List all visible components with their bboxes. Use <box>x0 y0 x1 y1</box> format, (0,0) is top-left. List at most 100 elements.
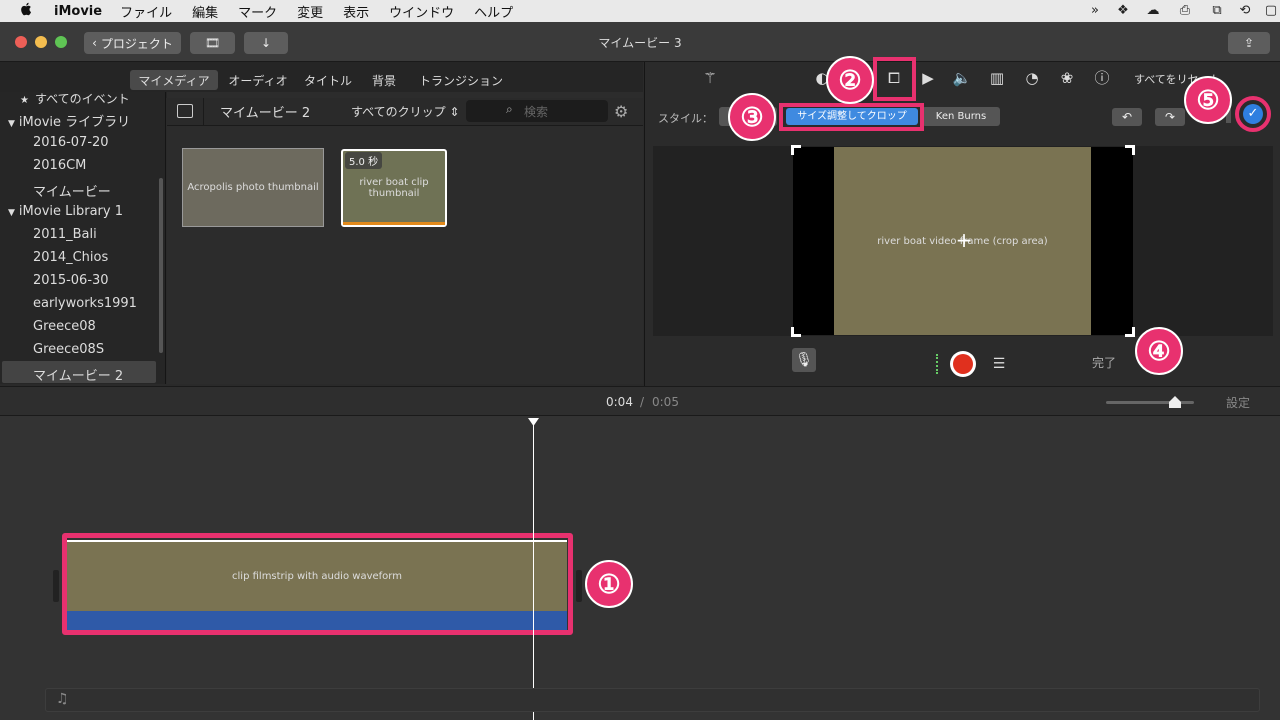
voiceover-options-icon[interactable]: ☰ <box>990 355 1008 373</box>
sidebar-item-event[interactable]: Greece08S <box>33 342 104 357</box>
crop-handle-top-right[interactable] <box>1125 145 1135 155</box>
screen-capture-icon[interactable]: ⧉ <box>1208 3 1226 19</box>
star-icon: ★ <box>20 95 29 106</box>
crop-handle-top-left[interactable] <box>791 145 801 155</box>
apple-menu-icon[interactable] <box>20 2 38 20</box>
speed-icon[interactable]: ◔ <box>1022 68 1042 88</box>
sidebar-scrollbar[interactable] <box>159 178 163 353</box>
tab-titles[interactable]: タイトル <box>298 70 358 90</box>
clip-trim-handle-left[interactable] <box>53 570 59 602</box>
callout-box-clip <box>62 533 573 635</box>
rotate-right-icon[interactable]: ↷ <box>1155 108 1185 126</box>
sidebar-item-event[interactable]: 2016-07-20 <box>33 135 109 150</box>
projects-back-button[interactable]: ‹ プロジェクト <box>84 32 181 54</box>
sidebar-item-event[interactable]: 2011_Bali <box>33 227 97 242</box>
callout-1: ① <box>585 560 633 608</box>
close-window-button[interactable] <box>15 36 27 48</box>
callout-box-crop <box>873 57 916 101</box>
menu-modify[interactable]: 変更 <box>297 2 323 21</box>
sidebar-item-event[interactable]: earlyworks1991 <box>33 296 137 311</box>
tab-transitions[interactable]: トランジション <box>412 70 510 90</box>
projects-back-label: プロジェクト <box>100 36 173 51</box>
clip-thumbnail-acropolis[interactable]: Acropolis photo thumbnail <box>182 148 324 227</box>
clip-trim-handle-right[interactable] <box>576 570 582 602</box>
sidebar-library-imovie[interactable]: ▼ iMovie ライブラリ <box>8 111 130 130</box>
creative-cloud-icon[interactable]: ☁ <box>1144 3 1162 19</box>
time-separator: / <box>640 395 645 409</box>
stabilization-camera-icon[interactable]: ▶ <box>918 68 938 88</box>
menu-mark[interactable]: マーク <box>238 2 277 21</box>
search-icon: ⌕ <box>506 102 513 116</box>
music-note-icon: ♫ <box>56 691 69 707</box>
menu-view[interactable]: 表示 <box>343 2 369 21</box>
window-title: マイムービー 3 <box>598 36 682 50</box>
film-icon: 🎞 <box>204 36 221 50</box>
sidebar-item-event[interactable]: 2014_Chios <box>33 250 108 265</box>
sync-icon[interactable]: ▢ <box>1262 3 1280 19</box>
share-button[interactable]: ⇪ <box>1228 32 1270 54</box>
menu-edit[interactable]: 編集 <box>192 2 218 21</box>
library-sidebar: ★ すべてのイベント ▼ iMovie ライブラリ 2016-07-20 2016C… <box>0 92 166 384</box>
level-meter <box>936 354 942 374</box>
callout-3: ③ <box>728 93 776 141</box>
fast-forward-icon[interactable]: » <box>1086 3 1104 19</box>
minimize-window-button[interactable] <box>35 36 47 48</box>
menu-window[interactable]: ウインドウ <box>389 2 454 21</box>
share-icon: ⇪ <box>1243 36 1255 50</box>
sidebar-item-event[interactable]: 2016CM <box>33 158 86 173</box>
sidebar-item-event[interactable]: マイムービー <box>33 181 111 200</box>
tab-audio[interactable]: オーディオ <box>222 70 294 90</box>
sidebar-item-event[interactable]: Greece08 <box>33 319 96 334</box>
record-dot <box>953 354 973 374</box>
equalizer-icon[interactable]: ▥ <box>987 68 1007 88</box>
timeline-settings-button[interactable]: 設定 <box>1226 394 1250 411</box>
callout-4: ④ <box>1135 327 1183 375</box>
info-icon[interactable]: ⓘ <box>1092 68 1112 88</box>
total-time: 0:05 <box>652 395 679 409</box>
import-button[interactable]: ↓ <box>244 32 288 54</box>
disclosure-triangle-icon: ▼ <box>8 119 15 129</box>
done-button[interactable]: 完了 <box>1092 354 1116 371</box>
menu-file[interactable]: ファイル <box>120 2 172 21</box>
toolbar-divider <box>203 98 204 126</box>
zoom-window-button[interactable] <box>55 36 67 48</box>
search-input[interactable]: ⌕ 検索 <box>466 100 608 122</box>
event-title: マイムービー 2 <box>220 106 311 121</box>
backup-icon[interactable]: ⟲ <box>1236 3 1254 19</box>
apply-checkmark-icon[interactable]: ✓ <box>1243 104 1263 124</box>
sidebar-item-event[interactable]: 2015-06-30 <box>33 273 109 288</box>
microphone-icon[interactable]: 🎙 <box>792 348 816 372</box>
clip-filter-select[interactable]: すべてのクリップ ⇕ <box>351 103 460 120</box>
clip-duration-badge: 5.0 秒 <box>345 152 383 169</box>
printer-icon[interactable]: ⎙ <box>1176 3 1194 19</box>
sidebar-library-1[interactable]: ▼ iMovie Library 1 <box>8 204 123 219</box>
playhead[interactable] <box>533 420 534 720</box>
menu-help[interactable]: ヘルプ <box>474 2 513 21</box>
tab-backgrounds[interactable]: 背景 <box>364 70 404 90</box>
crosshair-icon: + <box>955 228 973 252</box>
gear-icon[interactable]: ⚙ <box>614 103 632 121</box>
callout-2: ② <box>826 56 874 104</box>
chevron-left-icon: ‹ <box>92 36 97 50</box>
dropbox-icon[interactable]: ❖ <box>1114 3 1132 19</box>
tab-my-media[interactable]: マイメディア <box>130 70 218 90</box>
clip-filter-icon[interactable]: ❀ <box>1057 68 1077 88</box>
sidebar-toggle-icon[interactable] <box>177 104 193 118</box>
app-menu[interactable]: iMovie <box>54 4 102 19</box>
volume-icon[interactable]: 🔈 <box>952 68 972 88</box>
music-track[interactable] <box>45 688 1260 712</box>
rotate-left-icon[interactable]: ↶ <box>1112 108 1142 126</box>
media-browser <box>167 92 643 384</box>
sidebar-item-event-selected[interactable]: マイムービー 2 <box>33 365 123 384</box>
style-label: スタイル： <box>658 112 713 125</box>
callout-5: ⑤ <box>1184 76 1232 124</box>
crop-handle-bottom-right[interactable] <box>1125 327 1135 337</box>
updown-chevron-icon: ⇕ <box>449 105 460 119</box>
crop-handle-bottom-left[interactable] <box>791 327 801 337</box>
media-import-button[interactable]: 🎞 <box>190 32 235 54</box>
magic-wand-icon[interactable]: ⚚ <box>700 68 720 88</box>
clip-used-indicator <box>343 222 445 225</box>
sidebar-item-all-events[interactable]: ★ すべてのイベント <box>20 92 130 107</box>
callout-box-crop-style <box>779 103 924 131</box>
style-ken-burns-button[interactable]: Ken Burns <box>922 107 1000 126</box>
